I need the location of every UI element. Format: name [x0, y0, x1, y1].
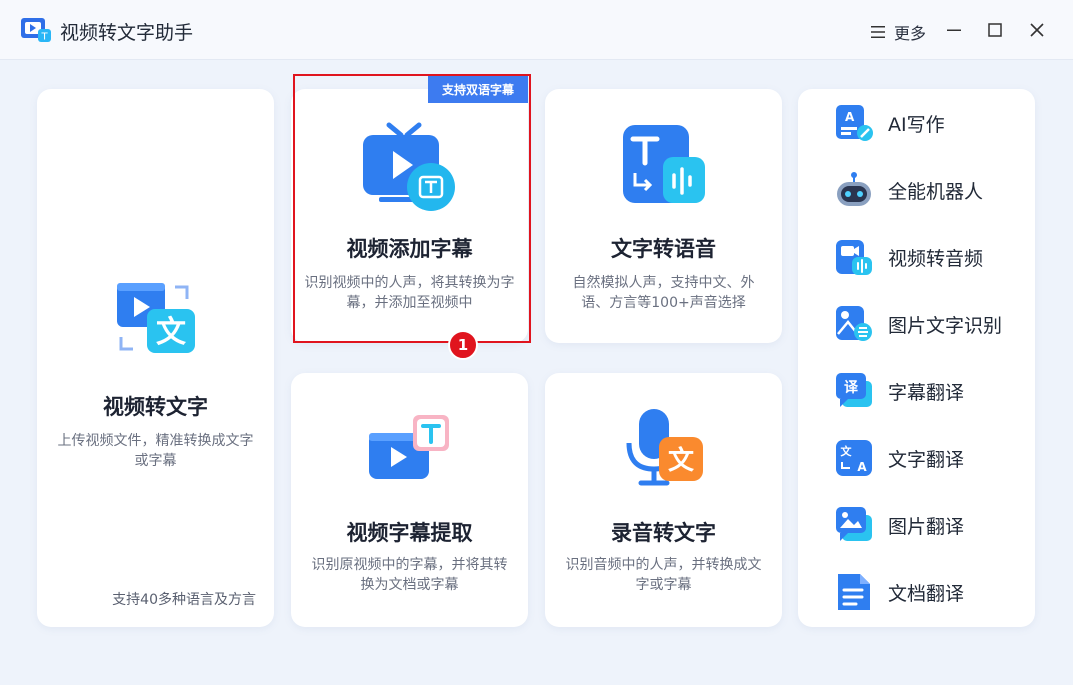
- card-description: 识别原视频中的字幕，并将其转换为文档或字幕: [311, 557, 508, 593]
- svg-text:文: 文: [668, 445, 695, 476]
- card-description: 识别视频中的人声，将其转换为字幕，并添加至视频中: [304, 275, 515, 311]
- sidebar-item-label: 视频转音频: [888, 247, 984, 270]
- sidebar-item-video-to-audio[interactable]: 视频转音频: [834, 235, 983, 279]
- maximize-icon[interactable]: [983, 18, 1007, 42]
- app-logo-icon: T: [21, 18, 51, 43]
- menu-icon: [871, 26, 885, 38]
- video-to-audio-icon: [836, 240, 872, 275]
- sidebar-item-text-translate[interactable]: 文 A 文字翻译: [834, 436, 964, 480]
- text-to-speech-card[interactable]: 文字转语音 自然模拟人声，支持中文、外语、方言等100+声音选择: [545, 89, 782, 343]
- svg-text:文: 文: [841, 444, 853, 458]
- card-title: 视频转文字: [103, 395, 208, 419]
- text-translate-icon: 文 A: [836, 440, 872, 476]
- text-to-speech-icon: [623, 125, 705, 203]
- card-description: 识别音频中的人声，并转换成文字或字幕: [565, 557, 762, 593]
- svg-text:A: A: [845, 110, 855, 124]
- step-number-marker: 1: [448, 330, 478, 360]
- minimize-icon[interactable]: [942, 18, 966, 42]
- subtitle-translate-icon: 译: [836, 373, 872, 407]
- card-title: 视频添加字幕: [346, 237, 473, 261]
- sidebar-item-image-translate[interactable]: 图片翻译: [834, 503, 964, 547]
- subtitle-extract-card[interactable]: 视频字幕提取 识别原视频中的字幕，并将其转换为文档或字幕: [291, 373, 528, 627]
- card-title: 文字转语音: [611, 237, 716, 261]
- svg-text:T: T: [40, 32, 48, 43]
- tools-sidebar: A AI写作 全能机器人 视频转音频 图片文字识别 译 字幕翻译 文 A 文字翻…: [798, 89, 1035, 627]
- audio-to-text-card[interactable]: 文 录音转文字 识别音频中的人声，并转换成文字或字幕: [545, 373, 782, 627]
- add-subtitle-card[interactable]: 视频添加字幕 识别视频中的人声，将其转换为字幕，并添加至视频中: [291, 89, 528, 343]
- title-bar: T 视频转文字助手 更多: [0, 0, 1073, 60]
- svg-text:A: A: [857, 460, 867, 474]
- sidebar-item-label: 文字翻译: [888, 448, 965, 471]
- svg-text:译: 译: [844, 380, 859, 396]
- ai-writing-icon: A: [836, 105, 873, 141]
- more-menu-button[interactable]: 更多: [870, 20, 926, 44]
- robot-icon: [837, 172, 871, 206]
- sidebar-item-image-ocr[interactable]: 图片文字识别: [834, 302, 1002, 346]
- sidebar-item-ai-writing[interactable]: A AI写作: [834, 101, 945, 145]
- sidebar-item-label: 字幕翻译: [888, 381, 965, 404]
- video-to-text-card[interactable]: 文 视频转文字 上传视频文件，精准转换成文字或字幕 支持40多种语言及方言: [37, 89, 274, 627]
- close-icon[interactable]: [1025, 18, 1049, 42]
- image-translate-icon: [836, 507, 872, 541]
- document-translate-icon: [838, 574, 870, 610]
- more-label: 更多: [894, 24, 927, 43]
- video-to-text-icon: 文: [117, 283, 195, 353]
- sidebar-item-label: AI写作: [888, 113, 945, 136]
- sidebar-item-robot[interactable]: 全能机器人: [834, 168, 983, 212]
- card-description: 自然模拟人声，支持中文、外语、方言等100+声音选择: [572, 275, 755, 311]
- sidebar-item-label: 图片翻译: [888, 515, 965, 538]
- video-subtitle-icon: [363, 122, 455, 211]
- sidebar-item-label: 文档翻译: [888, 582, 965, 605]
- card-title: 录音转文字: [611, 521, 716, 545]
- microphone-icon: 文: [626, 409, 703, 486]
- card-description: 上传视频文件，精准转换成文字或字幕: [57, 433, 254, 469]
- language-support-note: 支持40多种语言及方言: [112, 592, 256, 608]
- card-title: 视频字幕提取: [346, 521, 473, 545]
- sidebar-item-subtitle-translate[interactable]: 译 字幕翻译: [834, 369, 964, 413]
- svg-text:文: 文: [156, 315, 186, 350]
- bilingual-subtitle-badge: 支持双语字幕: [428, 76, 528, 103]
- app-title: 视频转文字助手: [60, 22, 194, 44]
- subtitle-extract-icon: [369, 415, 449, 479]
- sidebar-item-label: 全能机器人: [888, 180, 984, 203]
- sidebar-item-document-translate[interactable]: 文档翻译: [834, 570, 964, 614]
- sidebar-item-label: 图片文字识别: [888, 314, 1003, 337]
- image-ocr-icon: [836, 306, 872, 341]
